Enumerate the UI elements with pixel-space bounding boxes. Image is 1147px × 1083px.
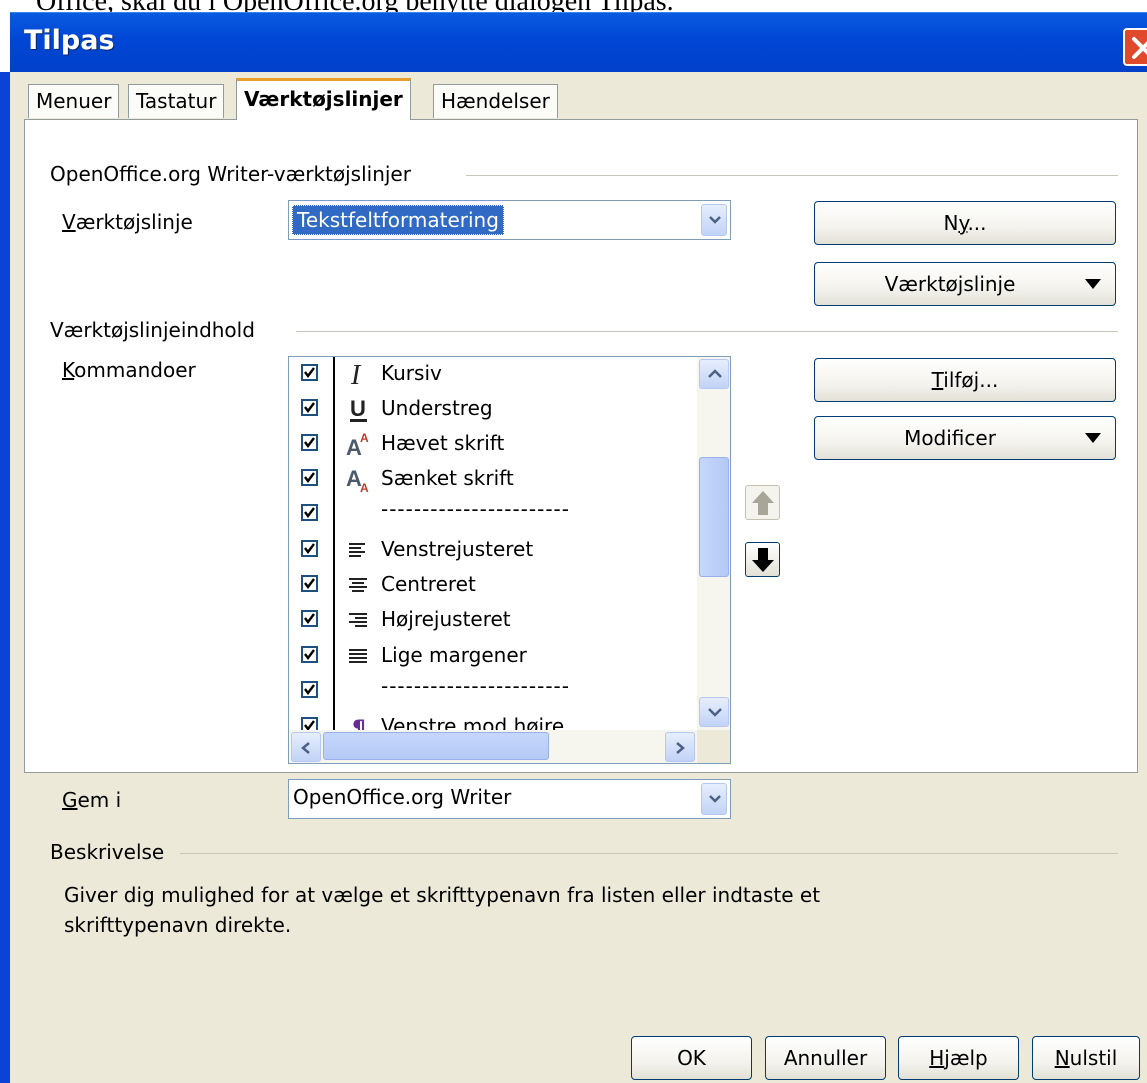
toolbar-label: Værktøjslinje — [62, 210, 193, 234]
svg-text:A: A — [360, 431, 369, 445]
command-label: Centreret — [381, 572, 476, 596]
toolbar-select[interactable]: Tekstfeltformatering — [288, 200, 731, 240]
svg-text:U: U — [350, 396, 366, 421]
command-checkbox[interactable] — [301, 504, 318, 521]
help-button[interactable]: Hjælp — [898, 1036, 1019, 1080]
title-bar[interactable]: Tilpas — [10, 12, 1147, 73]
close-icon — [1132, 37, 1147, 59]
scroll-left-button[interactable] — [291, 732, 321, 762]
toolbar-select-value: Tekstfeltformatering — [292, 205, 504, 235]
arrow-up-icon — [752, 491, 774, 515]
separator-line: ----------------------- — [381, 674, 570, 698]
commands-list[interactable]: I Kursiv U Understreg A A Hævet skrift A A Sænket… — [288, 356, 731, 764]
list-item[interactable]: U Understreg — [289, 392, 697, 427]
description-text: Giver dig mulighed for at vælge et skrif… — [64, 883, 821, 937]
list-item[interactable]: Lige margener — [289, 639, 697, 674]
save-in-dropdown-button[interactable] — [701, 783, 727, 815]
chevron-left-icon — [301, 742, 310, 754]
command-checkbox[interactable] — [301, 364, 318, 381]
section-divider — [180, 853, 1118, 854]
toolbar-label-rest: ærktøjslinje — [75, 210, 193, 234]
list-item[interactable]: ----------------------- — [289, 497, 697, 532]
tab-menuer[interactable]: Menuer — [28, 84, 120, 118]
align-center-icon — [346, 570, 372, 600]
svg-text:I: I — [350, 360, 362, 389]
horizontal-scroll-thumb[interactable] — [323, 732, 549, 760]
command-checkbox[interactable] — [301, 646, 318, 663]
tab-tastatur[interactable]: Tastatur — [128, 84, 225, 118]
scroll-down-button[interactable] — [699, 697, 729, 727]
list-item[interactable]: ----------------------- — [289, 674, 697, 709]
content-section-heading: Værktøjslinjeindhold — [50, 318, 255, 342]
underline-icon: U — [346, 394, 372, 424]
horizontal-scrollbar[interactable] — [289, 730, 697, 763]
superscript-icon: AA — [346, 429, 372, 460]
command-label: Kursiv — [381, 361, 442, 385]
tab-haendelser[interactable]: Hændelser — [433, 84, 558, 118]
save-in-select[interactable]: OpenOffice.org Writer — [288, 779, 731, 819]
chevron-down-icon — [709, 795, 721, 803]
reset-button[interactable]: Nulstil — [1032, 1036, 1140, 1080]
command-checkbox[interactable] — [301, 434, 318, 451]
close-button[interactable] — [1123, 28, 1147, 66]
move-up-button[interactable] — [745, 485, 780, 520]
command-checkbox[interactable] — [301, 399, 318, 416]
move-down-button[interactable] — [745, 542, 780, 577]
command-checkbox[interactable] — [301, 575, 318, 592]
command-checkbox[interactable] — [301, 610, 318, 627]
cancel-button[interactable]: Annuller — [765, 1036, 886, 1080]
scroll-right-button[interactable] — [665, 732, 695, 762]
justify-icon — [346, 641, 372, 671]
window-title: Tilpas — [24, 25, 115, 56]
toolbar-label-mnemonic: V — [62, 210, 76, 234]
dropdown-triangle-icon — [1085, 279, 1101, 289]
save-in-label: Gem i — [62, 788, 122, 812]
new-toolbar-button[interactable]: Ny... — [814, 201, 1116, 245]
command-label: Højrejusteret — [381, 607, 511, 631]
chevron-down-icon — [708, 708, 722, 717]
tab-vaerktojslinjer[interactable]: Værktøjslinjer — [236, 78, 411, 120]
svg-text:A: A — [360, 481, 369, 494]
chevron-up-icon — [708, 369, 722, 378]
dropdown-triangle-icon — [1085, 433, 1101, 443]
vertical-scrollbar[interactable] — [697, 357, 730, 730]
align-right-icon — [346, 605, 372, 635]
list-item[interactable]: Højrejusteret — [289, 603, 697, 638]
window-border — [0, 72, 10, 1083]
command-checkbox[interactable] — [301, 681, 318, 698]
add-command-button[interactable]: Tilføj... — [814, 358, 1116, 402]
align-left-icon — [346, 535, 372, 565]
modify-button[interactable]: Modificer — [814, 416, 1116, 460]
list-item[interactable]: A A Hævet skrift — [289, 427, 697, 462]
chevron-down-icon — [709, 216, 721, 224]
list-item[interactable]: I Kursiv — [289, 357, 697, 392]
list-item[interactable]: Centreret — [289, 568, 697, 603]
vertical-scroll-thumb[interactable] — [699, 457, 729, 577]
section-divider — [466, 175, 1118, 176]
subscript-icon: AA — [346, 464, 372, 495]
command-label: Hævet skrift — [381, 431, 505, 455]
list-item[interactable]: A A Sænket skrift — [289, 462, 697, 497]
italic-icon: I — [346, 359, 372, 391]
commands-label: Kommandoer — [62, 358, 196, 382]
scrollbar-corner — [697, 730, 730, 763]
command-label: Understreg — [381, 396, 493, 420]
command-checkbox[interactable] — [301, 469, 318, 486]
command-label: Sænket skrift — [381, 466, 514, 490]
section-divider — [296, 331, 1118, 332]
toolbar-menu-button[interactable]: Værktøjslinje — [814, 262, 1116, 306]
toolbars-section-heading: OpenOffice.org Writer-værktøjslinjer — [50, 162, 411, 186]
chevron-right-icon — [676, 742, 685, 754]
scroll-up-button[interactable] — [699, 359, 729, 389]
command-label: Venstrejusteret — [381, 537, 534, 561]
ok-button[interactable]: OK — [631, 1036, 752, 1080]
command-checkbox[interactable] — [301, 540, 318, 557]
description-heading: Beskrivelse — [50, 840, 165, 864]
separator-line: ----------------------- — [381, 497, 570, 521]
arrow-down-icon — [752, 548, 774, 572]
list-item[interactable]: Venstrejusteret — [289, 533, 697, 568]
toolbar-select-dropdown-button[interactable] — [701, 204, 727, 236]
save-in-select-value: OpenOffice.org Writer — [293, 785, 512, 809]
command-label: Lige margener — [381, 643, 527, 667]
